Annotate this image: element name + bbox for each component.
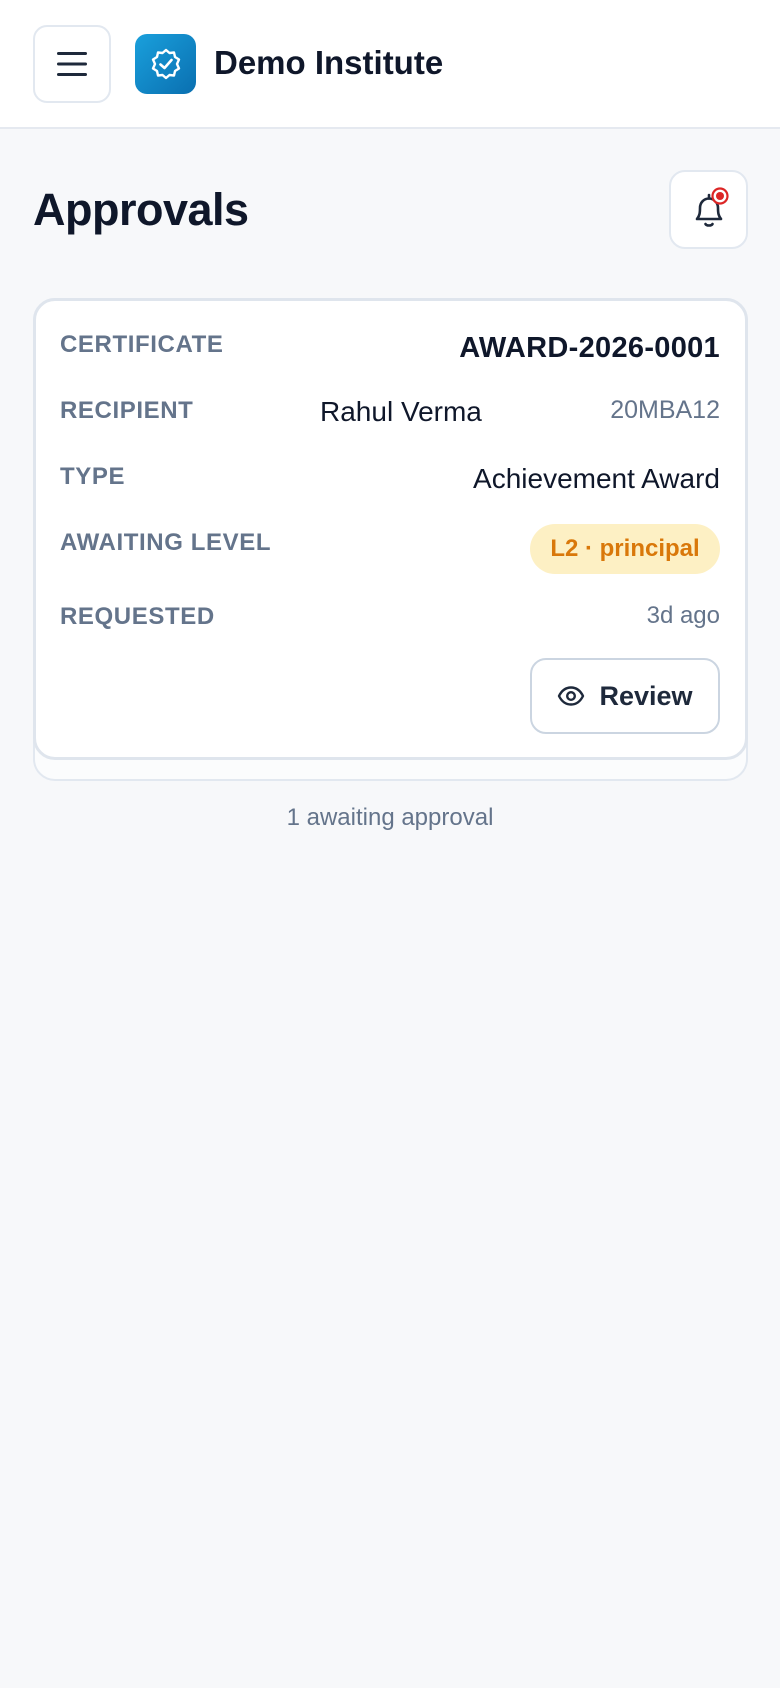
review-button-label: Review — [599, 680, 693, 711]
recipient-label: RECIPIENT — [60, 397, 194, 424]
menu-button[interactable] — [33, 25, 111, 103]
awaiting-level-badge: L2 · principal — [530, 524, 720, 574]
hamburger-menu-icon — [57, 52, 87, 76]
institute-logo[interactable] — [135, 34, 196, 94]
certificate-label: CERTIFICATE — [60, 331, 224, 358]
verified-badge-icon — [151, 48, 180, 80]
brand-name: Demo Institute — [214, 44, 444, 81]
type-value: Achievement Award — [473, 463, 720, 494]
awaiting-level-label: AWAITING LEVEL — [60, 529, 272, 556]
eye-icon — [558, 686, 585, 706]
awaiting-count: 1 awaiting approval — [286, 804, 494, 831]
recipient-name: Rahul Verma — [320, 396, 482, 427]
certificate-number: AWARD-2026-0001 — [459, 332, 720, 364]
bell-icon — [695, 186, 729, 227]
type-label: TYPE — [60, 463, 126, 490]
review-button[interactable]: Review — [530, 658, 720, 734]
recipient-id: 20MBA12 — [610, 396, 720, 424]
requested-value: 3d ago — [646, 602, 720, 629]
notifications-button[interactable] — [669, 170, 748, 249]
page-title: Approvals — [33, 184, 249, 235]
requested-label: REQUESTED — [60, 603, 215, 630]
top-bar: Demo Institute — [0, 0, 780, 129]
